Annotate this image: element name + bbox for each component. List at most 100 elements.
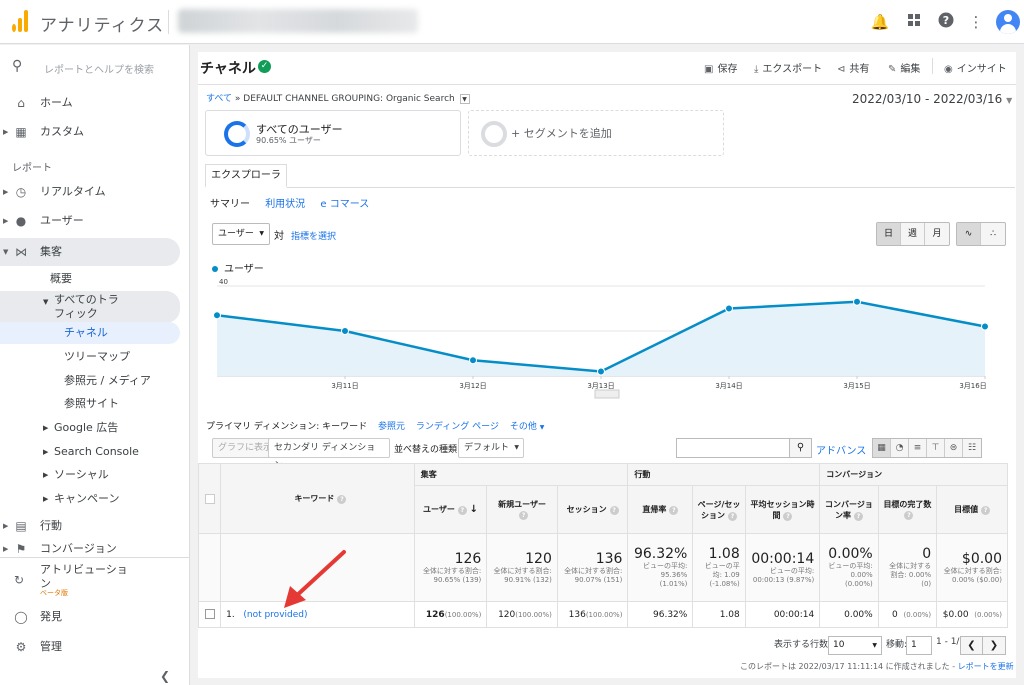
sidebar-item-behavior[interactable]: ▶ ▤ 行動 [0,512,180,540]
col-conversion-rate[interactable]: コンバージョン率? [819,485,879,534]
subtab-ecommerce[interactable]: e コマース [320,199,369,210]
edit-button[interactable]: ✎ 編集 [888,60,920,75]
goto-page-input[interactable]: 1 [906,636,932,655]
col-sessions-label: セッション [566,505,607,514]
pivot-icon[interactable]: ☷ [963,439,981,457]
sidebar-sub-treemaps[interactable]: ツリーマップ [0,346,180,368]
sidebar-item-acquisition[interactable]: ▼ ⋈ 集客 [0,238,180,266]
chevron-down-icon[interactable]: ▼ [459,93,470,104]
row-checkbox[interactable] [204,609,215,620]
secondary-dimension-select[interactable]: セカンダリ ディメンション▼ [268,438,390,471]
sidebar-sub-all-traffic[interactable]: ▼ すべてのトラ フィック [0,291,180,323]
col-new-users[interactable]: 新規ユーザー? [486,485,558,534]
help-icon[interactable]: ? [981,506,991,515]
help-icon[interactable]: ? [904,511,914,520]
search-icon[interactable]: ⚲ [790,438,812,458]
sidebar: ⚲ レポートとヘルプを検索 ⌂ ホーム ▶ ▦ カスタム レポート ▶ ◷ リア… [0,45,190,685]
primary-dimension-label: プライマリ ディメンション: [206,422,320,432]
advanced-filter-link[interactable]: アドバンス [816,442,866,457]
line-chart-icon[interactable]: ∿ [957,223,981,245]
date-range-picker[interactable]: 2022/03/10 - 2022/03/16 ▼ [852,92,1012,106]
sidebar-sub-overview[interactable]: 概要 [0,268,180,290]
comparison-icon[interactable]: ⊤ [927,439,945,457]
dimension-source-link[interactable]: 参照元 [378,422,405,432]
sidebar-item-conversions[interactable]: ▶ ⚑ コンバージョン [0,542,180,556]
metric-select[interactable]: ユーザー ▼ [212,223,270,245]
insights-button[interactable]: ◉ インサイト [944,60,1007,75]
primary-dimension-row: プライマリ ディメンション: キーワード 参照元 ランディング ページ その他 … [206,419,544,432]
tab-explorer[interactable]: エクスプローラ [205,164,287,188]
select-metric-link[interactable]: 指標を選択 [291,229,336,242]
sidebar-sub-search-console[interactable]: ▶ Search Console [0,441,180,463]
dimension-other-link[interactable]: その他 ▼ [510,422,545,432]
help-icon[interactable]: ? [783,511,793,521]
collapse-sidebar-icon[interactable]: ❮ [160,669,170,683]
sidebar-item-realtime[interactable]: ▶ ◷ リアルタイム [0,178,180,206]
help-icon[interactable]: ? [609,506,619,515]
help-icon[interactable]: ? [728,511,738,521]
col-bounce-rate[interactable]: 直帰率? [627,485,694,534]
granularity-month-button[interactable]: 月 [925,223,949,245]
sidebar-sub-social[interactable]: ▶ ソーシャル [0,464,180,486]
dimension-landing-page-link[interactable]: ランディング ページ [416,422,499,432]
subtab-summary[interactable]: サマリー [210,199,250,210]
sidebar-sub-google-ads[interactable]: ▶ Google 広告 [0,417,180,439]
sidebar-item-discover[interactable]: ◯ 発見 [0,603,180,631]
table-search-input[interactable] [676,438,790,458]
bell-icon[interactable]: 🔔 [870,12,890,32]
performance-bar-icon[interactable]: ≡ [909,439,927,457]
save-button[interactable]: ▣ 保存 [704,60,737,75]
keyword-header[interactable]: キーワード? [220,463,415,534]
granularity-week-button[interactable]: 週 [901,223,925,245]
sidebar-sub-referrals[interactable]: 参照サイト [0,393,180,415]
pie-chart-icon[interactable]: ◔ [891,439,909,457]
help-icon[interactable]: ? [337,495,347,504]
next-page-icon[interactable]: ❯ [983,637,1005,654]
rows-per-page-select[interactable]: 10 ▼ [828,636,882,655]
keyword-link[interactable]: (not provided) [243,610,307,620]
select-all-checkbox[interactable] [204,493,215,504]
sidebar-item-audience[interactable]: ▶ ● ユーザー [0,207,180,235]
term-cloud-icon[interactable]: ⊜ [945,439,963,457]
col-avg-session-duration[interactable]: 平均セッション時間? [744,485,821,534]
data-table-icon[interactable]: ▦ [873,439,891,457]
legend-dot [212,266,218,272]
col-users-label: ユーザー [422,505,455,514]
add-segment-button[interactable]: + セグメントを追加 [468,110,724,156]
refresh-report-link[interactable]: レポートを更新 [958,662,1014,671]
sidebar-item-home[interactable]: ⌂ ホーム [0,89,180,117]
help-icon[interactable]: ? [669,506,679,515]
motion-chart-icon[interactable]: ∴ [981,223,1005,245]
help-icon[interactable]: ? [457,506,467,515]
account-selector[interactable] [178,9,418,33]
segment-all-users[interactable]: すべてのユーザー 90.65% ユーザー [205,110,461,156]
breadcrumb-all-link[interactable]: すべて [206,94,232,104]
sidebar-sub-source-medium[interactable]: 参照元 / メディア [0,370,180,392]
sidebar-item-custom[interactable]: ▶ ▦ カスタム [0,118,180,146]
col-users[interactable]: ユーザー? ↓ [413,485,488,534]
prev-page-icon[interactable]: ❮ [961,637,983,654]
help-icon[interactable]: ? [519,511,529,520]
avatar[interactable] [996,10,1020,34]
apps-grid-icon[interactable] [904,12,924,32]
sidebar-sub-campaigns[interactable]: ▶ キャンペーン [0,488,180,510]
col-sessions[interactable]: セッション? [556,485,629,534]
col-goal-value[interactable]: 目標値? [936,485,1008,534]
sidebar-item-attribution[interactable]: ↻ アトリビューショ ン ベータ版 [0,559,180,599]
share-button[interactable]: ⊲ 共有 [837,60,869,75]
more-vert-icon[interactable]: ⋮ [966,12,986,32]
sidebar-search[interactable]: ⚲ レポートとヘルプを検索 [0,53,190,81]
subtab-site-usage[interactable]: 利用状況 [265,199,305,210]
sort-down-arrow-icon: ↓ [469,504,479,515]
sidebar-item-admin[interactable]: ⚙ 管理 [0,633,180,661]
chevron-down-icon: ▼ [1006,96,1013,105]
col-goal-completions[interactable]: 目標の完了数? [877,485,938,534]
sort-type-select[interactable]: デフォルト ▼ [458,438,524,458]
sidebar-sub-channels[interactable]: チャネル [0,322,180,344]
col-pages-per-session[interactable]: ページ/セッション? [692,485,746,534]
help-icon[interactable]: ? [853,511,863,521]
export-button[interactable]: ⤓ エクスポート [754,60,822,75]
keyword-header-label: キーワード [294,494,335,503]
help-icon[interactable]: ? [936,12,956,32]
granularity-day-button[interactable]: 日 [877,223,901,245]
